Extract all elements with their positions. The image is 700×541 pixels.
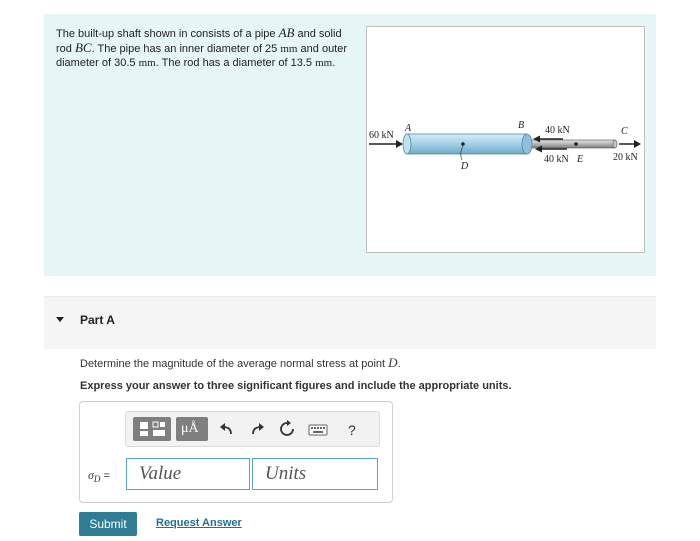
redo-icon[interactable]: [248, 420, 266, 438]
problem-panel: The built-up shaft shown in consists of …: [44, 14, 656, 276]
load-label-20kn: 20 kN: [613, 152, 638, 163]
point-label-d: D: [460, 161, 469, 172]
load-label-40kn-b: 40 kN: [545, 125, 570, 136]
part-a-header[interactable]: Part A: [44, 296, 656, 349]
help-button[interactable]: ?: [348, 422, 356, 438]
pipe-end-a: [402, 133, 412, 155]
problem-statement: The built-up shaft shown in consists of …: [56, 25, 348, 70]
shaft-diagram: 60 kN A D B 40 kN 40 kN E C 20 kN: [369, 120, 641, 172]
units-input[interactable]: [253, 459, 377, 489]
units-button-label: μÅ: [181, 421, 199, 436]
shaft-figure: 60 kN A D B 40 kN 40 kN E C 20 kN: [366, 26, 645, 253]
pipe-label: AB: [278, 25, 295, 40]
point-label-a: A: [404, 123, 412, 134]
sigma-d-label: σD =: [88, 468, 110, 485]
reset-icon[interactable]: [278, 420, 296, 438]
undo-icon[interactable]: [218, 420, 236, 438]
part-a-title: Part A: [80, 313, 115, 327]
point-label-b: B: [518, 120, 524, 131]
pipe-end-b: [521, 133, 533, 155]
units-field[interactable]: [252, 458, 378, 490]
question-point: D: [388, 355, 398, 370]
answer-instruction: Express your answer to three significant…: [80, 380, 512, 392]
point-label-c: C: [621, 126, 628, 137]
question-text: Determine the magnitude of the average n…: [80, 355, 401, 370]
answer-box: μÅ ? σD =: [79, 401, 393, 503]
value-field[interactable]: [126, 458, 250, 490]
request-answer-link[interactable]: Request Answer: [156, 517, 242, 529]
rod-end-cap: [612, 139, 618, 149]
load-label-40kn-e: 40 kN: [544, 154, 569, 165]
collapse-caret-icon[interactable]: [56, 317, 64, 322]
submit-button[interactable]: Submit: [79, 512, 137, 536]
value-input[interactable]: [127, 459, 249, 489]
math-toolbar: μÅ ?: [125, 411, 380, 447]
templates-icon: [140, 421, 165, 436]
point-e-marker: [574, 142, 578, 146]
load-label-60kn: 60 kN: [369, 130, 394, 141]
units-button[interactable]: μÅ: [176, 417, 208, 441]
keyboard-icon[interactable]: [308, 420, 328, 438]
point-label-e: E: [576, 154, 583, 165]
point-d-marker: [461, 142, 465, 146]
rod-label: BC: [74, 40, 92, 55]
pipe-ab: [406, 133, 528, 155]
templates-button[interactable]: [133, 417, 171, 441]
